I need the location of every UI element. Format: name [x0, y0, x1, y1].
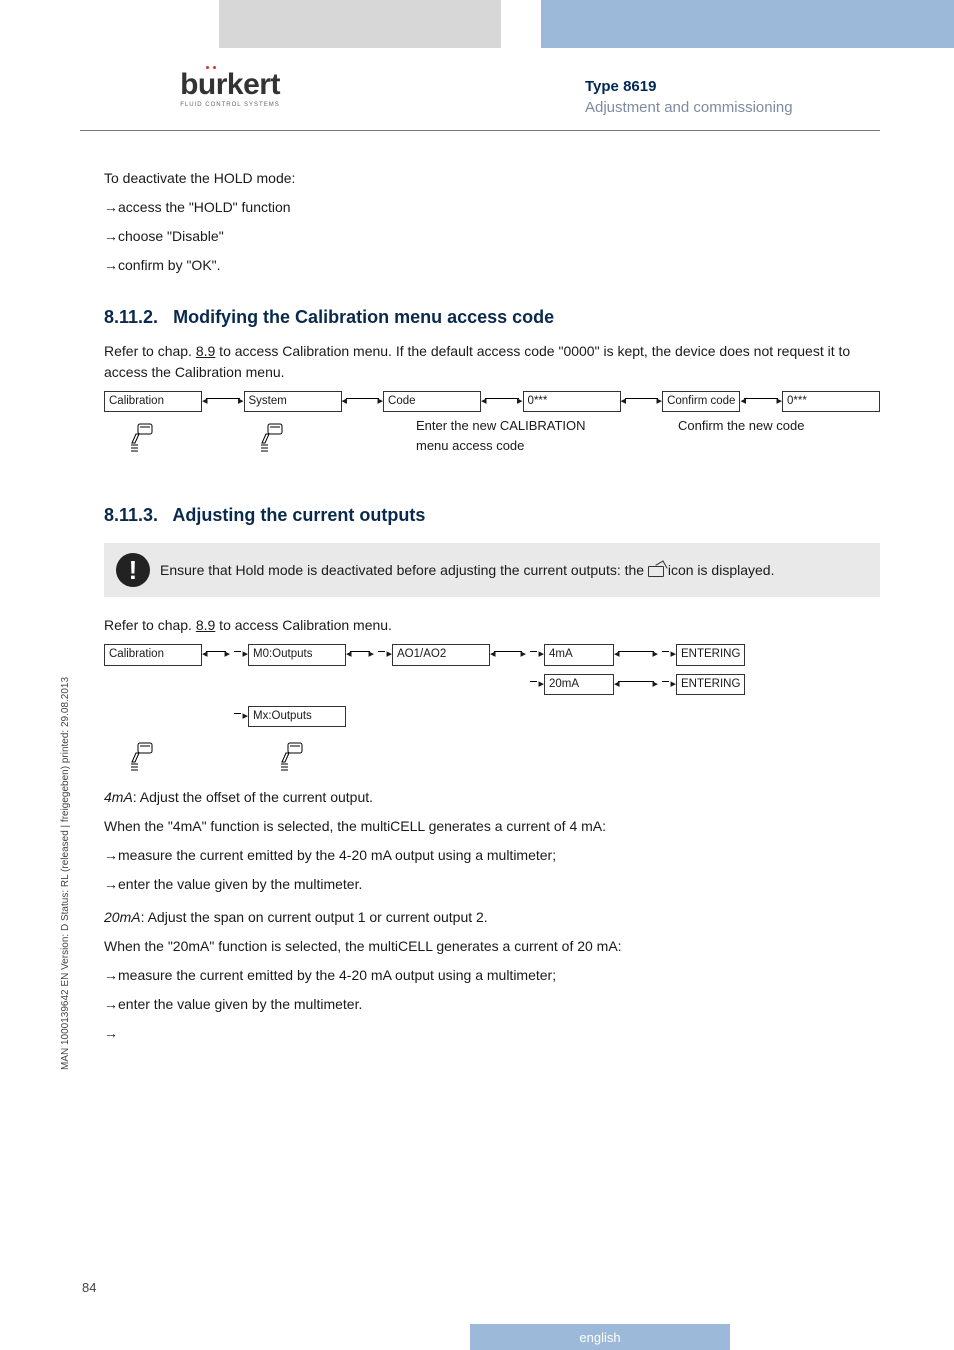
step-2-text: choose "Disable"	[118, 228, 224, 244]
flow-arrow-bi: ◂▸	[621, 391, 663, 407]
flow2-node-20ma: 20mA	[544, 674, 614, 695]
screw-icon	[252, 416, 292, 458]
sec1-lead-b: to access Calibration menu. If the defau…	[104, 343, 850, 380]
section-8-11-3-title: Adjusting the current outputs	[172, 505, 425, 525]
screw-icon	[272, 735, 312, 777]
sec1-lead-link: 8.9	[196, 343, 215, 359]
sec1-lead-a: Refer to chap.	[104, 343, 196, 359]
step-1: →access the "HOLD" function	[104, 197, 880, 218]
hold-probe-icon	[648, 566, 664, 577]
flow-arrow-bi: ◂▸	[202, 391, 244, 407]
header-color-bars	[0, 0, 954, 48]
side-meta-text: MAN 1000139642 EN Version: D Status: RL …	[60, 677, 71, 1070]
page-number: 84	[82, 1280, 96, 1295]
flow-arrow-bi: ◂▸	[614, 674, 658, 690]
p-4ma-desc: 4mA: Adjust the offset of the current ou…	[104, 787, 880, 808]
p-enter-2: →enter the value given by the multimeter…	[104, 994, 880, 1015]
sec1-lead: Refer to chap. 8.9 to access Calibration…	[104, 341, 880, 383]
sec1-flow: Calibration ◂▸ System ◂▸ Code ◂▸ 0*** ◂▸…	[104, 391, 880, 458]
p-measure-1-text: measure the current emitted by the 4-20 …	[118, 847, 556, 863]
section-8-11-3-heading: 8.11.3. Adjusting the current outputs	[104, 502, 880, 529]
logo: burkert FLUID CONTROL SYSTEMS	[170, 70, 290, 108]
note-text: Ensure that Hold mode is deactivated bef…	[160, 560, 774, 581]
flow-arrow-right: ▸	[526, 674, 544, 690]
flow-caption-confirm: Confirm the new code	[678, 416, 828, 436]
logo-subtitle: FLUID CONTROL SYSTEMS	[170, 102, 290, 108]
flow-arrow-right: ▸	[230, 706, 248, 722]
p-enter-2-text: enter the value given by the multimeter.	[118, 996, 362, 1012]
sec2-lead: Refer to chap. 8.9 to access Calibration…	[104, 615, 880, 636]
p-measure-2-text: measure the current emitted by the 4-20 …	[118, 967, 556, 983]
flow-arrow-bi: ◂▸	[202, 644, 230, 660]
step-3-text: confirm by "OK".	[118, 257, 221, 273]
flow-arrow-bi: ◂▸	[740, 391, 782, 407]
section-8-11-2-title: Modifying the Calibration menu access co…	[173, 307, 554, 327]
flow2-node-entering-b: ENTERING	[676, 674, 745, 695]
doc-subtitle: Adjustment and commissioning	[585, 99, 793, 116]
flow-node-system: System	[244, 391, 342, 412]
section-8-11-3-num: 8.11.3.	[104, 505, 158, 525]
doc-type-label: Type 8619	[585, 78, 793, 95]
screw-icon	[122, 416, 162, 458]
note-text-b: icon is displayed.	[668, 562, 775, 578]
flow2-node-entering-a: ENTERING	[676, 644, 745, 665]
step-1-text: access the "HOLD" function	[118, 199, 291, 215]
p-measure-2: →measure the current emitted by the 4-20…	[104, 965, 880, 986]
step-2: →choose "Disable"	[104, 226, 880, 247]
note-box: ! Ensure that Hold mode is deactivated b…	[104, 543, 880, 597]
section-8-11-2-num: 8.11.2.	[104, 307, 158, 327]
flow-arrow-right: ▸	[374, 644, 392, 660]
sec2-lead-link: 8.9	[196, 617, 215, 633]
flow-node-0a: 0***	[523, 391, 621, 412]
sec2-lead-a: Refer to chap.	[104, 617, 196, 633]
flow-node-confirm: Confirm code	[662, 391, 740, 412]
p-20ma-em: 20mA	[104, 909, 141, 925]
screw-icon	[122, 735, 162, 777]
p-measure-1: →measure the current emitted by the 4-20…	[104, 845, 880, 866]
flow-arrow-bi: ◂▸	[346, 644, 374, 660]
flow2-node-ao: AO1/AO2	[392, 644, 490, 665]
footer-language-tab: english	[470, 1324, 730, 1350]
flow-arrow-right: ▸	[230, 644, 248, 660]
p-20ma-gen: When the "20mA" function is selected, th…	[104, 936, 880, 957]
flow-arrow-right: ▸	[658, 644, 676, 660]
p-4ma-em: 4mA	[104, 789, 133, 805]
flow-node-calibration: Calibration	[104, 391, 202, 412]
header-rule	[80, 130, 880, 131]
flow2-node-m0: M0:Outputs	[248, 644, 346, 665]
p-4ma-gen: When the "4mA" function is selected, the…	[104, 816, 880, 837]
warning-icon: !	[116, 553, 150, 587]
trailing-arrow: →	[104, 1023, 880, 1044]
p-enter-1-text: enter the value given by the multimeter.	[118, 876, 362, 892]
flow2-node-mx: Mx:Outputs	[248, 706, 346, 727]
flow-arrow-bi: ◂▸	[490, 644, 526, 660]
note-text-a: Ensure that Hold mode is deactivated bef…	[160, 562, 648, 578]
flow-node-code: Code	[383, 391, 481, 412]
flow-arrow-right: ▸	[658, 674, 676, 690]
flow-arrow-bi: ◂▸	[342, 391, 384, 407]
flow-arrow-bi: ◂▸	[614, 644, 658, 660]
step-3: →confirm by "OK".	[104, 255, 880, 276]
flow-arrow-bi: ◂▸	[481, 391, 523, 407]
flow2-node-calibration: Calibration	[104, 644, 202, 665]
flow-arrow-right: ▸	[526, 644, 544, 660]
flow-caption-enter: Enter the new CALIBRATION menu access co…	[416, 416, 596, 455]
p-enter-1: →enter the value given by the multimeter…	[104, 874, 880, 895]
sec2-flow: Calibration ◂▸ ▸ M0:Outputs ▸ Mx:Outputs…	[104, 644, 880, 777]
section-8-11-2-heading: 8.11.2. Modifying the Calibration menu a…	[104, 304, 880, 331]
sec2-lead-b: to access Calibration menu.	[215, 617, 392, 633]
flow-node-0b: 0***	[782, 391, 880, 412]
p-20ma-desc: 20mA: Adjust the span on current output …	[104, 907, 880, 928]
flow2-node-4ma: 4mA	[544, 644, 614, 665]
deactivate-intro: To deactivate the HOLD mode:	[104, 168, 880, 189]
